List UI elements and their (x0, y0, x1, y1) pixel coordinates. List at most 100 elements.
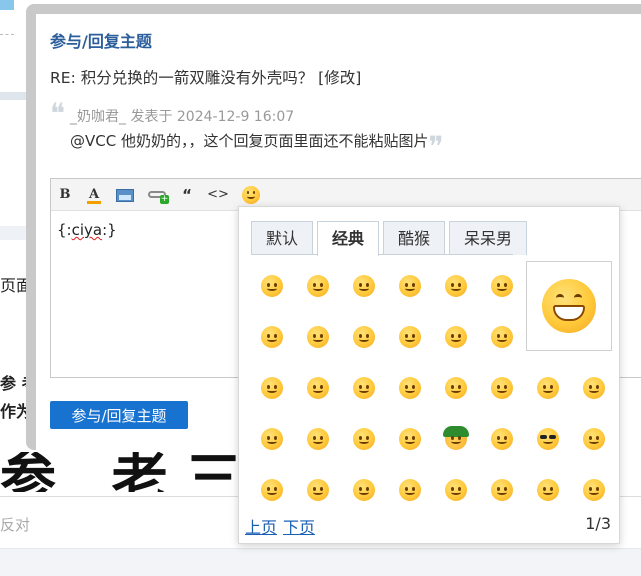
sob-icon (491, 428, 513, 450)
emoji-cry-laugh[interactable] (295, 312, 341, 362)
grin-icon (261, 275, 283, 297)
background-divider (0, 34, 14, 35)
emoji-cool-grin[interactable] (571, 465, 617, 515)
blush-icon (491, 326, 513, 348)
sneer-icon (583, 428, 605, 450)
emoji-surprised[interactable] (249, 465, 295, 515)
tab-cool-monkey[interactable]: 酷猴 (383, 221, 445, 255)
submit-reply-button[interactable]: 参与/回复主题 (50, 401, 188, 429)
stare-icon (537, 479, 559, 501)
sunglasses-icon (537, 428, 559, 450)
surprised-icon (261, 479, 283, 501)
emoji-sunglasses[interactable] (525, 414, 571, 464)
emoji-squint[interactable] (387, 261, 433, 311)
cool-grin-icon (583, 479, 605, 501)
editor-content[interactable]: {:ciya:} (57, 221, 117, 239)
point-up-icon (261, 428, 283, 450)
font-color-button[interactable]: A (85, 185, 103, 205)
wave-hand-icon (445, 479, 467, 501)
quote-button[interactable]: “ (179, 185, 195, 205)
confused-icon (399, 377, 421, 399)
bold-button[interactable]: B (57, 185, 73, 205)
sly-cover-icon (353, 275, 375, 297)
dizzy-icon (261, 377, 283, 399)
think-icon (583, 377, 605, 399)
scream-icon (307, 479, 329, 501)
next-page-link[interactable]: 下页 (283, 518, 315, 537)
emoji-cover-face[interactable] (433, 312, 479, 362)
font-color-icon: A (88, 187, 100, 202)
emoji-angry[interactable] (295, 363, 341, 413)
angry-icon (307, 377, 329, 399)
tab-default[interactable]: 默认 (251, 221, 313, 255)
cold-icon (399, 479, 421, 501)
emoji-ok-hand[interactable] (433, 363, 479, 413)
emoji-code-word: ciya (71, 221, 103, 239)
prev-page-link[interactable]: 上页 (245, 518, 277, 537)
emoji-stare[interactable] (525, 465, 571, 515)
emoji-sleepy[interactable] (249, 312, 295, 362)
smiley-icon (242, 186, 260, 204)
emoji-vomit[interactable] (341, 363, 387, 413)
background-footer (0, 548, 641, 576)
smirk-icon (445, 275, 467, 297)
thread-title-text: RE: 积分兑换的一箭双雕没有外壳吗？ (50, 69, 314, 87)
emoji-point-up[interactable] (249, 414, 295, 464)
page-indicator: 1/3 (585, 514, 611, 533)
quote-open-icon: ❝ (50, 97, 66, 130)
sad-icon (353, 326, 375, 348)
cry-laugh-icon (307, 326, 329, 348)
emoji-smirk[interactable] (433, 261, 479, 311)
emoji-rock-hand[interactable] (479, 363, 525, 413)
fighting-icon (353, 479, 375, 501)
emoji-green-hat[interactable] (433, 414, 479, 464)
emoji-clap[interactable] (295, 414, 341, 464)
tabs-underline (251, 254, 513, 255)
emoji-shy-hand[interactable] (479, 261, 525, 311)
emoji-sneer[interactable] (571, 414, 617, 464)
add-icon: + (160, 194, 169, 204)
emoji-pick-nose[interactable] (387, 414, 433, 464)
emoji-grin[interactable] (249, 261, 295, 311)
quote-text: @VCC 他奶奶的，，这个回复页面里面还不能粘贴图片 (70, 132, 429, 150)
pick-nose-icon (399, 428, 421, 450)
rock-hand-icon (491, 377, 513, 399)
shy-hand-icon (491, 275, 513, 297)
emoji-shush[interactable] (479, 465, 525, 515)
emoji-scream[interactable] (295, 465, 341, 515)
code-button[interactable]: <> (207, 185, 229, 205)
emoji-sob[interactable] (479, 414, 525, 464)
thread-title: RE: 积分兑换的一箭双雕没有外壳吗？ [修改] (50, 66, 361, 88)
emoji-button[interactable] (241, 185, 261, 205)
emoji-shocked[interactable] (341, 414, 387, 464)
emoji-wave-hand[interactable] (433, 465, 479, 515)
emoji-picker: 默认 经典 酷猴 呆呆男 上页 下页 1/3 (238, 206, 620, 544)
shocked-icon (353, 428, 375, 450)
squint-icon (399, 275, 421, 297)
emoji-fighting[interactable] (341, 465, 387, 515)
emoji-sly-cover[interactable] (341, 261, 387, 311)
emoji-smile[interactable] (295, 261, 341, 311)
emoji-blush[interactable] (479, 312, 525, 362)
emoji-think[interactable] (571, 363, 617, 413)
green-hat-icon (443, 426, 469, 450)
dialog-title: 参与/回复主题 (50, 32, 152, 51)
emoji-cold[interactable] (387, 465, 433, 515)
tab-dumb-guy[interactable]: 呆呆男 (449, 221, 527, 255)
pager: 上页 下页 (245, 514, 321, 538)
emoji-confused[interactable] (387, 363, 433, 413)
insert-link-button[interactable]: + (147, 185, 169, 205)
shush-icon (491, 479, 513, 501)
oppose-link[interactable]: 反对 (0, 514, 30, 535)
insert-image-button[interactable] (115, 185, 135, 205)
emoji-dizzy[interactable] (249, 363, 295, 413)
quote-author-meta: _奶咖君_ 发表于 2024-12-9 16:07 (70, 109, 295, 125)
emoji-sad[interactable] (341, 312, 387, 362)
emoji-tearful[interactable] (387, 312, 433, 362)
quote-close-icon: ❞ (428, 130, 444, 163)
image-icon (116, 189, 134, 202)
edit-link[interactable]: [修改] (318, 69, 361, 87)
emoji-doubt[interactable] (525, 363, 571, 413)
tab-classic[interactable]: 经典 (317, 221, 379, 256)
vomit-icon (353, 377, 375, 399)
